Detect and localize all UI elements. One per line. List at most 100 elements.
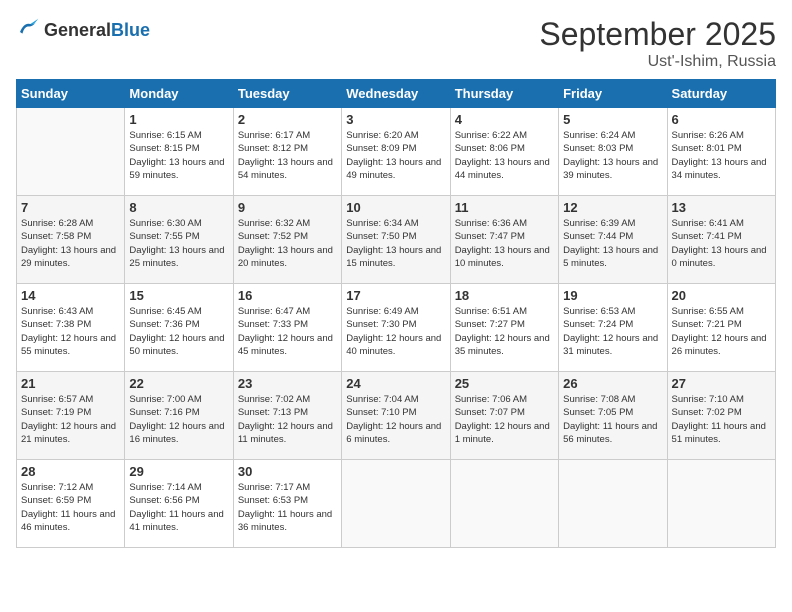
day-number: 13 [672,200,771,215]
day-number: 17 [346,288,445,303]
calendar-cell: 23 Sunrise: 7:02 AMSunset: 7:13 PMDayligh… [233,372,341,460]
calendar-cell: 24 Sunrise: 7:04 AMSunset: 7:10 PMDayligh… [342,372,450,460]
day-info: Sunrise: 6:45 AMSunset: 7:36 PMDaylight:… [129,305,228,358]
calendar-cell: 13 Sunrise: 6:41 AMSunset: 7:41 PMDayligh… [667,196,775,284]
logo-blue: Blue [111,20,150,40]
month-title: September 2025 [539,16,776,53]
calendar-day-header: Friday [559,80,667,108]
day-info: Sunrise: 7:02 AMSunset: 7:13 PMDaylight:… [238,393,337,446]
logo: GeneralBlue [16,16,150,45]
calendar-week-row: 7 Sunrise: 6:28 AMSunset: 7:58 PMDaylight… [17,196,776,284]
day-number: 9 [238,200,337,215]
day-number: 28 [21,464,120,479]
calendar-cell: 17 Sunrise: 6:49 AMSunset: 7:30 PMDayligh… [342,284,450,372]
day-number: 25 [455,376,554,391]
day-info: Sunrise: 6:20 AMSunset: 8:09 PMDaylight:… [346,129,445,182]
day-number: 7 [21,200,120,215]
day-info: Sunrise: 6:36 AMSunset: 7:47 PMDaylight:… [455,217,554,270]
calendar-cell [342,460,450,548]
day-number: 16 [238,288,337,303]
calendar-cell: 11Sunrise: 6:36 AMSunset: 7:47 PMDayligh… [450,196,558,284]
day-info: Sunrise: 6:41 AMSunset: 7:41 PMDaylight:… [672,217,771,270]
day-info: Sunrise: 6:30 AMSunset: 7:55 PMDaylight:… [129,217,228,270]
calendar-day-header: Tuesday [233,80,341,108]
calendar-cell [17,108,125,196]
calendar-cell: 9Sunrise: 6:32 AMSunset: 7:52 PMDaylight… [233,196,341,284]
calendar-cell: 19Sunrise: 6:53 AMSunset: 7:24 PMDayligh… [559,284,667,372]
day-info: Sunrise: 6:26 AMSunset: 8:01 PMDaylight:… [672,129,771,182]
calendar-cell: 7 Sunrise: 6:28 AMSunset: 7:58 PMDaylight… [17,196,125,284]
calendar-cell: 27 Sunrise: 7:10 AMSunset: 7:02 PMDayligh… [667,372,775,460]
day-number: 10 [346,200,445,215]
calendar-cell: 29 Sunrise: 7:14 AMSunset: 6:56 PMDayligh… [125,460,233,548]
day-number: 1 [129,112,228,127]
calendar-day-header: Wednesday [342,80,450,108]
day-number: 22 [129,376,228,391]
day-info: Sunrise: 7:00 AMSunset: 7:16 PMDaylight:… [129,393,228,446]
day-number: 24 [346,376,445,391]
day-info: Sunrise: 6:47 AMSunset: 7:33 PMDaylight:… [238,305,337,358]
day-number: 23 [238,376,337,391]
day-number: 15 [129,288,228,303]
calendar-cell: 3 Sunrise: 6:20 AMSunset: 8:09 PMDaylight… [342,108,450,196]
calendar-week-row: 14 Sunrise: 6:43 AMSunset: 7:38 PMDayligh… [17,284,776,372]
day-number: 29 [129,464,228,479]
day-info: Sunrise: 6:39 AMSunset: 7:44 PMDaylight:… [563,217,662,270]
calendar-cell: 28 Sunrise: 7:12 AMSunset: 6:59 PMDayligh… [17,460,125,548]
day-number: 3 [346,112,445,127]
day-number: 8 [129,200,228,215]
calendar-day-header: Monday [125,80,233,108]
calendar-cell: 15 Sunrise: 6:45 AMSunset: 7:36 PMDayligh… [125,284,233,372]
page-header: GeneralBlue September 2025 Ust'-Ishim, R… [16,16,776,71]
calendar-cell: 20 Sunrise: 6:55 AMSunset: 7:21 PMDayligh… [667,284,775,372]
calendar-cell: 16 Sunrise: 6:47 AMSunset: 7:33 PMDayligh… [233,284,341,372]
calendar-day-header: Thursday [450,80,558,108]
day-info: Sunrise: 7:10 AMSunset: 7:02 PMDaylight:… [672,393,771,446]
location-title: Ust'-Ishim, Russia [539,53,776,71]
logo-icon [16,16,40,45]
day-info: Sunrise: 6:49 AMSunset: 7:30 PMDaylight:… [346,305,445,358]
day-number: 20 [672,288,771,303]
day-info: Sunrise: 7:17 AMSunset: 6:53 PMDaylight:… [238,481,337,534]
day-info: Sunrise: 7:12 AMSunset: 6:59 PMDaylight:… [21,481,120,534]
calendar-cell: 14 Sunrise: 6:43 AMSunset: 7:38 PMDayligh… [17,284,125,372]
day-number: 6 [672,112,771,127]
calendar-cell: 8 Sunrise: 6:30 AMSunset: 7:55 PMDaylight… [125,196,233,284]
day-info: Sunrise: 6:55 AMSunset: 7:21 PMDaylight:… [672,305,771,358]
calendar-week-row: 21 Sunrise: 6:57 AMSunset: 7:19 PMDayligh… [17,372,776,460]
calendar-cell: 21 Sunrise: 6:57 AMSunset: 7:19 PMDayligh… [17,372,125,460]
day-number: 5 [563,112,662,127]
day-number: 21 [21,376,120,391]
day-info: Sunrise: 6:43 AMSunset: 7:38 PMDaylight:… [21,305,120,358]
day-number: 4 [455,112,554,127]
day-info: Sunrise: 7:04 AMSunset: 7:10 PMDaylight:… [346,393,445,446]
logo-general: General [44,20,111,40]
calendar-cell: 1 Sunrise: 6:15 AMSunset: 8:15 PMDaylight… [125,108,233,196]
calendar-cell: 2 Sunrise: 6:17 AMSunset: 8:12 PMDaylight… [233,108,341,196]
day-info: Sunrise: 6:17 AMSunset: 8:12 PMDaylight:… [238,129,337,182]
calendar-cell [667,460,775,548]
calendar-cell: 25Sunrise: 7:06 AMSunset: 7:07 PMDayligh… [450,372,558,460]
day-info: Sunrise: 6:22 AMSunset: 8:06 PMDaylight:… [455,129,554,182]
calendar-week-row: 1 Sunrise: 6:15 AMSunset: 8:15 PMDaylight… [17,108,776,196]
day-number: 27 [672,376,771,391]
calendar-cell [559,460,667,548]
title-area: September 2025 Ust'-Ishim, Russia [539,16,776,71]
calendar-cell: 12Sunrise: 6:39 AMSunset: 7:44 PMDayligh… [559,196,667,284]
day-info: Sunrise: 6:34 AMSunset: 7:50 PMDaylight:… [346,217,445,270]
calendar-cell: 26Sunrise: 7:08 AMSunset: 7:05 PMDayligh… [559,372,667,460]
calendar-cell: 10 Sunrise: 6:34 AMSunset: 7:50 PMDayligh… [342,196,450,284]
day-info: Sunrise: 6:28 AMSunset: 7:58 PMDaylight:… [21,217,120,270]
day-info: Sunrise: 7:14 AMSunset: 6:56 PMDaylight:… [129,481,228,534]
day-info: Sunrise: 6:15 AMSunset: 8:15 PMDaylight:… [129,129,228,182]
day-number: 14 [21,288,120,303]
day-number: 26 [563,376,662,391]
calendar-cell: 4 Sunrise: 6:22 AMSunset: 8:06 PMDaylight… [450,108,558,196]
calendar-cell: 5Sunrise: 6:24 AMSunset: 8:03 PMDaylight… [559,108,667,196]
day-info: Sunrise: 6:53 AMSunset: 7:24 PMDaylight:… [563,305,662,358]
calendar-cell [450,460,558,548]
day-number: 2 [238,112,337,127]
logo-text: GeneralBlue [44,20,150,41]
day-info: Sunrise: 6:57 AMSunset: 7:19 PMDaylight:… [21,393,120,446]
calendar-week-row: 28 Sunrise: 7:12 AMSunset: 6:59 PMDayligh… [17,460,776,548]
